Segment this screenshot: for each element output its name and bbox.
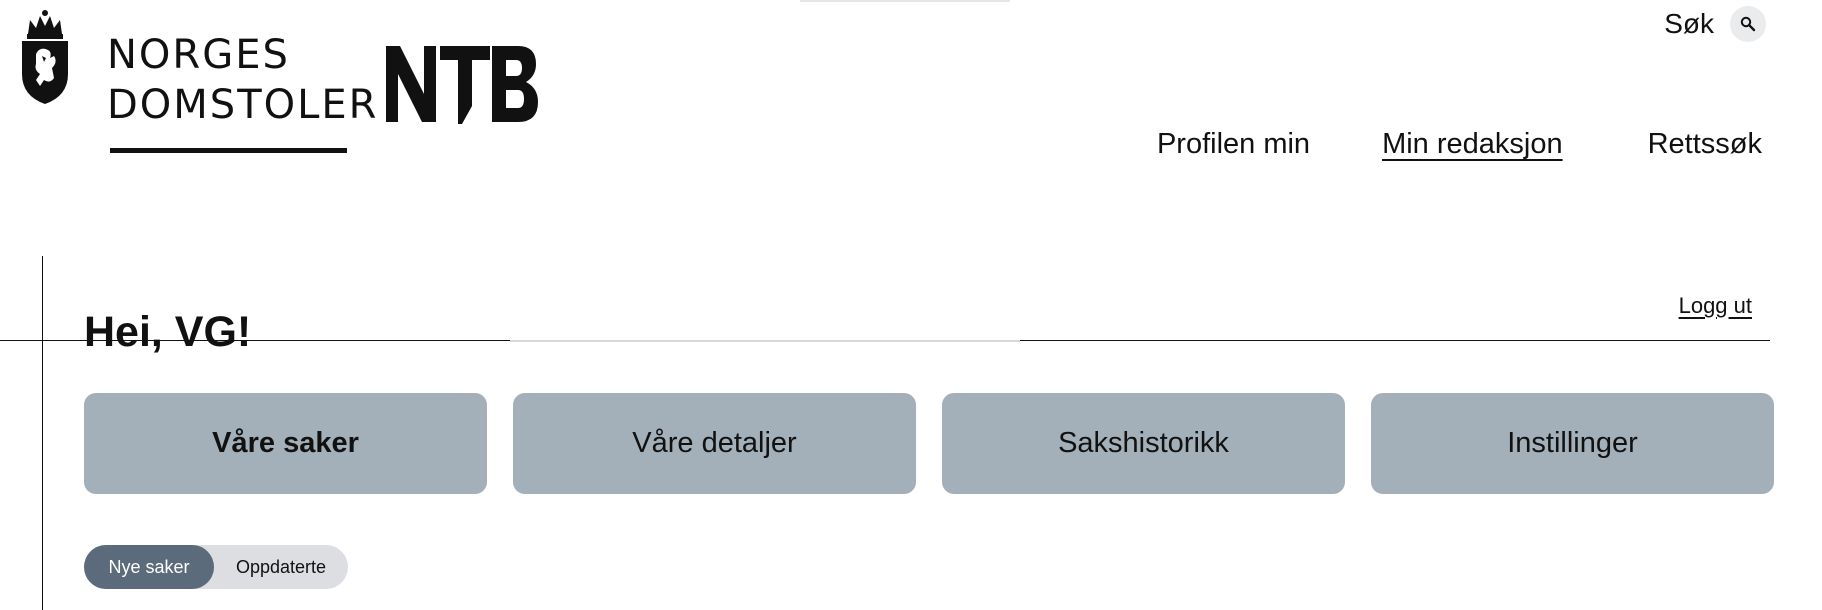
page-title: Hei, VG! <box>84 307 252 356</box>
nav-min-redaksjon[interactable]: Min redaksjon <box>1382 124 1563 164</box>
tab-vare-detaljer[interactable]: Våre detaljer <box>513 393 916 494</box>
coat-of-arms-icon <box>22 10 68 104</box>
logout-link[interactable]: Logg ut <box>1679 292 1752 320</box>
search-icon <box>1740 16 1756 32</box>
main-navigation: Profilen min Min redaksjon Rettssøk <box>1157 124 1762 164</box>
vertical-divider <box>42 256 43 610</box>
toggle-oppdaterte[interactable]: Oppdaterte <box>214 545 348 589</box>
ntb-logo <box>386 46 538 124</box>
nav-profilen-min[interactable]: Profilen min <box>1157 124 1310 164</box>
logo-text-line-2: DOMSTOLER <box>107 82 379 128</box>
toggle-nye-saker[interactable]: Nye saker <box>84 545 214 589</box>
logo-text-line-1: NORGES <box>107 32 290 78</box>
tab-vare-saker[interactable]: Våre saker <box>84 393 487 494</box>
tab-instillinger[interactable]: Instillinger <box>1371 393 1774 494</box>
section-tabs: Våre saker Våre detaljer Sakshistorikk I… <box>84 393 1774 494</box>
tab-sakshistorikk[interactable]: Sakshistorikk <box>942 393 1345 494</box>
case-filter-toggle: Nye saker Oppdaterte <box>84 545 348 589</box>
search-button[interactable] <box>1730 6 1766 42</box>
site-header: NORGES DOMSTOLER Søk Profilen min Min re… <box>0 0 1822 180</box>
norges-domstoler-logo: NORGES DOMSTOLER <box>107 30 379 153</box>
search-label[interactable]: Søk <box>1664 6 1714 42</box>
logo-underline <box>110 148 347 153</box>
horizontal-divider-highlight <box>510 340 1020 342</box>
nav-rettssok[interactable]: Rettssøk <box>1648 124 1762 164</box>
